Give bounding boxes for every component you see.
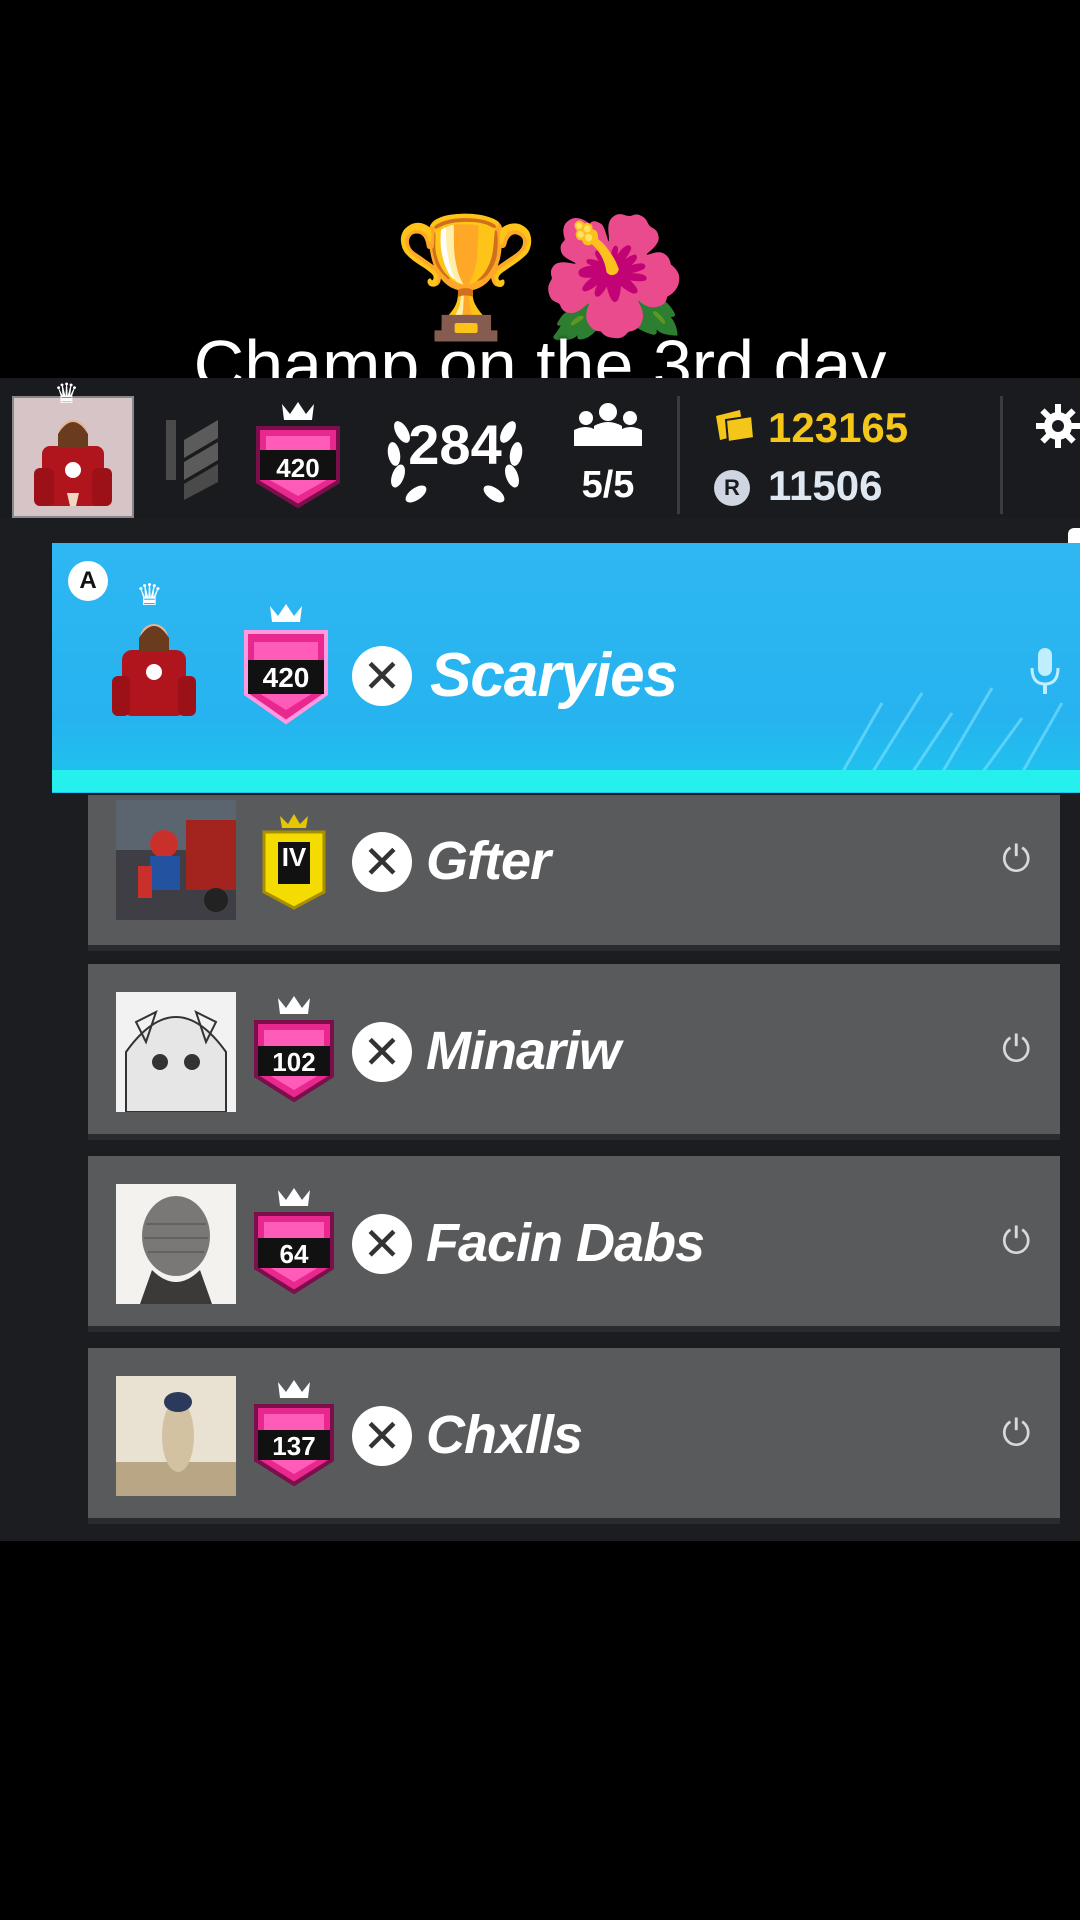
player-level: 284 (408, 413, 502, 476)
leader-crown-icon-slot: ♛ (136, 579, 163, 612)
currency-credits: 11506 (768, 462, 883, 509)
leader-slot-underline (52, 770, 1080, 792)
plug-icon: ⏻ (1002, 838, 1031, 879)
slot-avatar-jesus (112, 624, 196, 716)
topbar-divider (677, 396, 680, 514)
squad-icon (574, 403, 642, 446)
plug-icon: ⏻ (1002, 1220, 1031, 1261)
xbox-icon: ✕ (352, 832, 412, 892)
squad-count: 5/5 (581, 464, 635, 506)
xbox-icon: ✕ (352, 1406, 412, 1466)
leader-badge: A (68, 561, 108, 601)
xbox-icon: ✕ (352, 1214, 412, 1274)
caption-emoji: 🏆🌺 (393, 208, 687, 346)
leader-crown-icon: ♛ (54, 378, 80, 409)
top-rank-value: 420 (276, 453, 320, 483)
player-name[interactable]: Facin Dabs (426, 1212, 705, 1274)
topbar-divider-2 (1000, 396, 1003, 514)
slot-rank-value: 420 (262, 662, 310, 693)
slot-rank-value: 102 (272, 1047, 316, 1077)
player-name[interactable]: Chxlls (426, 1404, 583, 1466)
plug-icon: ⏻ (1002, 1412, 1031, 1453)
currency-gold: 123165 (768, 404, 909, 451)
slot-rank-value: IV (281, 842, 307, 872)
credits-currency-icon: R (714, 470, 750, 506)
slot-avatar-4 (116, 1184, 236, 1304)
season-chevron-icon (166, 420, 218, 500)
renown-currency-icon (716, 410, 756, 444)
slot-avatar-5 (116, 1376, 236, 1496)
gear-icon[interactable] (1036, 404, 1080, 448)
slot-rank-value: 137 (272, 1431, 316, 1461)
microphone-icon[interactable] (1030, 648, 1060, 696)
xbox-icon: ✕ (352, 646, 412, 706)
xbox-icon: ✕ (352, 1022, 412, 1082)
player-name[interactable]: Scaryies (430, 640, 678, 711)
slot-avatar-2 (116, 800, 236, 920)
slot-rank-value: 64 (279, 1239, 309, 1269)
player-name[interactable]: Gfter (426, 830, 551, 892)
player-name[interactable]: Minariw (426, 1020, 621, 1082)
player-avatar[interactable] (12, 396, 134, 518)
jesus-avatar-icon (14, 398, 132, 516)
slot-avatar-3 (116, 992, 236, 1112)
plug-icon: ⏻ (1002, 1028, 1031, 1069)
